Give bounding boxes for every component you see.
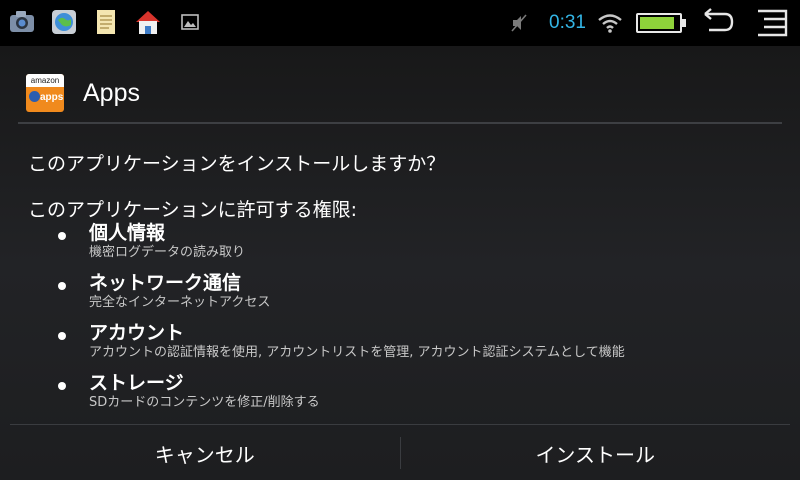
menu-button[interactable] [754,6,790,40]
bullet-icon [58,382,66,390]
battery-icon [636,13,686,33]
house-icon[interactable] [132,6,164,38]
permissions-header: このアプリケーションに許可する権限: [28,199,358,221]
bullet-icon [58,332,66,340]
battery-level [640,17,675,29]
status-right: 0:31 [503,6,790,40]
wifi-icon [594,7,626,39]
app-icon-bottom-text: apps [40,92,64,103]
amazon-apps-icon: amazon apps [26,74,64,112]
permission-description: 機密ログデータの読み取り [89,245,246,260]
title-divider [18,122,782,124]
globe-icon[interactable] [48,6,80,38]
back-arrow-icon [704,8,734,32]
dialog-title-row: amazon apps Apps [26,74,140,112]
bullet-icon [58,232,66,240]
notes-icon[interactable] [90,6,122,38]
menu-icon [758,9,788,37]
permission-description: SDカードのコンテンツを修正/削除する [89,395,320,410]
permission-description: 完全なインターネットアクセス [89,295,271,310]
dialog-title: Apps [83,78,140,107]
mute-icon [503,7,535,39]
bullet-icon [58,282,66,290]
dialog-button-bar: キャンセル インストール [10,424,790,480]
image-icon[interactable] [174,6,206,38]
install-button[interactable]: インストール [401,425,791,480]
app-icon-circle [29,91,40,102]
screen: 0:31 amazon apps Apps このアプリケーションをインストールし… [0,0,800,480]
camera-icon[interactable] [6,6,38,38]
cancel-button[interactable]: キャンセル [10,425,400,480]
back-button[interactable] [700,6,736,40]
clock: 0:31 [549,12,586,33]
install-question: このアプリケーションをインストールしますか？ [28,153,446,175]
permission-description: アカウントの認証情報を使用, アカウントリストを管理, アカウント認証システムと… [89,345,625,360]
notification-icons [6,6,206,38]
app-icon-top-text: amazon [26,74,64,87]
status-bar: 0:31 [0,0,800,46]
